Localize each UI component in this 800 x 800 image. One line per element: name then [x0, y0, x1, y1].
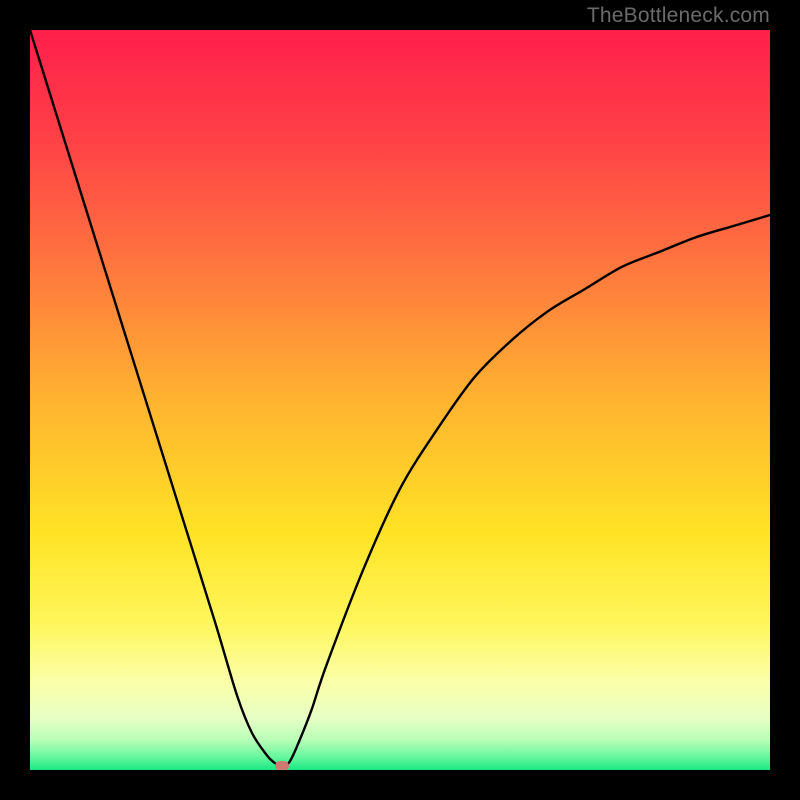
plot-area — [30, 30, 770, 770]
curve-svg — [30, 30, 770, 770]
chart-frame: TheBottleneck.com — [0, 0, 800, 800]
optimal-point-marker — [275, 761, 289, 770]
bottleneck-curve-path — [30, 30, 770, 766]
watermark-text: TheBottleneck.com — [587, 4, 770, 28]
